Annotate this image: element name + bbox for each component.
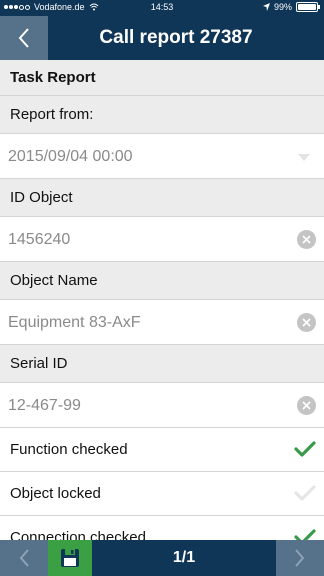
check-row-function[interactable]: Function checked <box>0 428 324 472</box>
check-label: Connection checked <box>10 529 146 540</box>
serial-id-value: 12-467-99 <box>8 397 81 414</box>
check-row-locked[interactable]: Object locked <box>0 472 324 516</box>
clear-icon[interactable] <box>297 230 316 249</box>
check-label: Object locked <box>10 485 101 502</box>
serial-id-label: Serial ID <box>0 345 324 383</box>
bottom-toolbar: 1/1 <box>0 540 324 576</box>
object-name-value: Equipment 83-AxF <box>8 314 141 331</box>
floppy-disk-icon <box>61 549 79 567</box>
object-name-field[interactable]: Equipment 83-AxF <box>0 300 324 345</box>
serial-id-field[interactable]: 12-467-99 <box>0 383 324 428</box>
location-icon <box>262 3 270 11</box>
next-button[interactable] <box>276 540 324 576</box>
status-bar: Vodafone.de 14:53 99% <box>0 0 324 16</box>
form-content[interactable]: Task Report Report from: 2015/09/04 00:0… <box>0 60 324 540</box>
clear-icon[interactable] <box>297 313 316 332</box>
previous-button[interactable] <box>0 540 48 576</box>
object-name-label: Object Name <box>0 262 324 300</box>
check-row-connection[interactable]: Connection checked <box>0 516 324 540</box>
id-object-value: 1456240 <box>8 231 71 248</box>
chevron-left-icon <box>19 549 29 567</box>
report-from-label: Report from: <box>0 96 324 134</box>
chevron-right-icon <box>295 549 305 567</box>
checkmark-icon[interactable] <box>294 528 316 540</box>
battery-info: 99% <box>262 2 320 12</box>
report-from-field[interactable]: 2015/09/04 00:00 <box>0 134 324 179</box>
checkmark-icon[interactable] <box>294 484 316 502</box>
check-label: Function checked <box>10 441 128 458</box>
battery-icon <box>296 2 320 12</box>
section-header: Task Report <box>0 60 324 96</box>
id-object-label: ID Object <box>0 179 324 217</box>
report-from-value: 2015/09/04 00:00 <box>8 148 133 165</box>
dropdown-arrow-icon[interactable] <box>298 154 310 161</box>
clear-icon[interactable] <box>297 396 316 415</box>
checkmark-icon[interactable] <box>294 440 316 458</box>
page-title: Call report 27387 <box>99 27 253 48</box>
nav-bar: Call report 27387 <box>0 16 324 60</box>
save-button[interactable] <box>48 540 92 576</box>
battery-percent: 99% <box>273 2 292 12</box>
page-indicator: 1/1 <box>172 549 196 566</box>
id-object-field[interactable]: 1456240 <box>0 217 324 262</box>
